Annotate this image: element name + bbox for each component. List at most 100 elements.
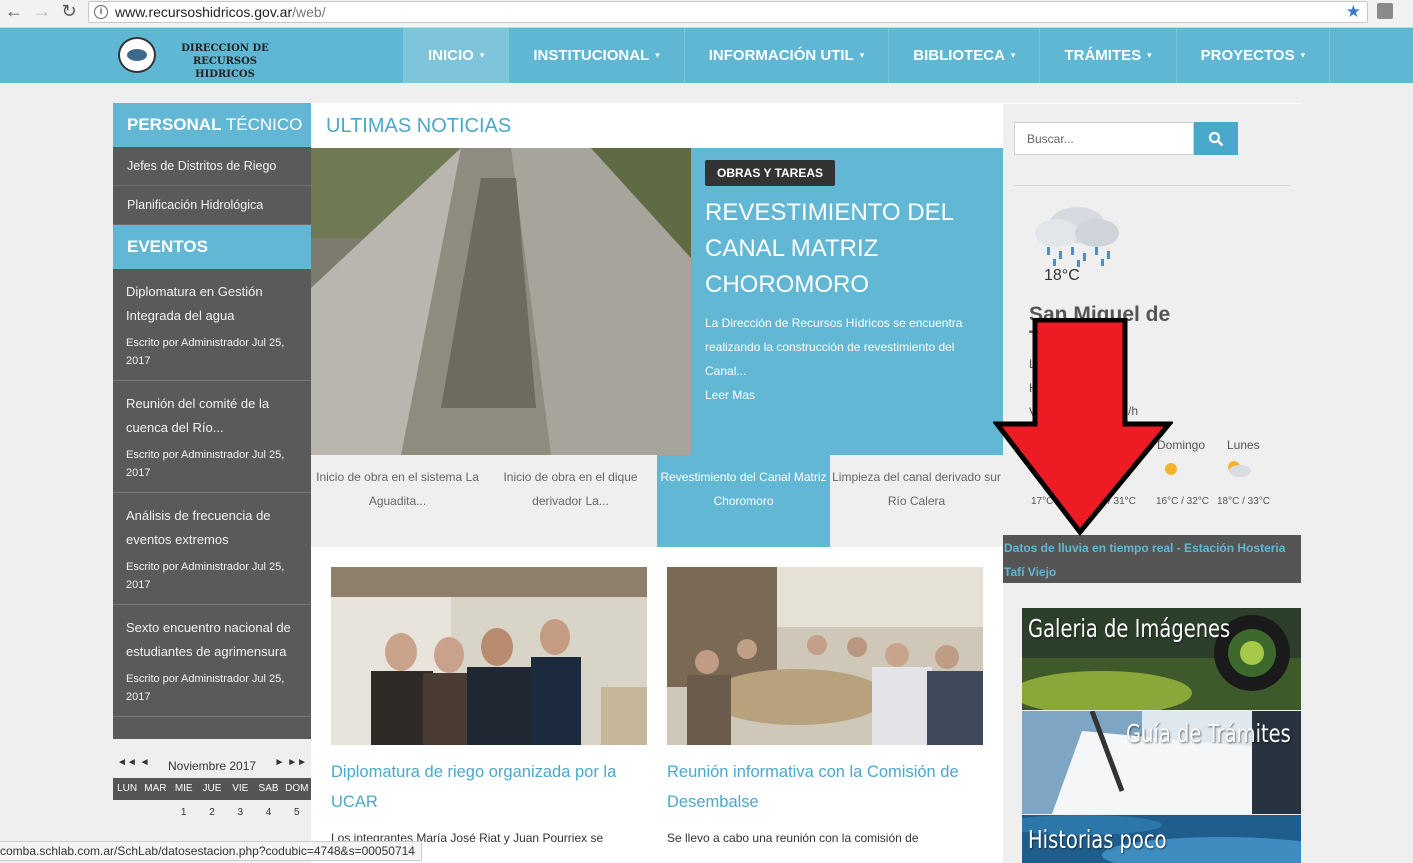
weekday: LUN <box>117 783 138 794</box>
weekday: MAR <box>144 783 167 794</box>
forward-icon[interactable]: → <box>31 1 53 23</box>
search-button[interactable] <box>1194 122 1238 155</box>
hero-summary: La Dirección de Recursos Hídricos se enc… <box>705 316 963 378</box>
news-tab[interactable]: Inicio de obra en el dique derivador La.… <box>484 455 657 547</box>
news-tab-active[interactable]: Revestimiento del Canal Matriz Choromoro <box>657 455 830 547</box>
extension-icon[interactable] <box>1377 3 1393 19</box>
logo-line-1: DIRECCION DE <box>181 43 269 54</box>
event-title[interactable]: Sexto encuentro nacional de estudiantes … <box>126 616 301 664</box>
news-card: Reunión informativa con la Comisión de D… <box>667 567 983 845</box>
read-more-link[interactable]: Leer Mas <box>705 383 755 407</box>
events-list: Diplomatura en Gestión Integrada del agu… <box>113 269 311 739</box>
banner-title: Guía de Trámites <box>1126 719 1291 748</box>
historias-banner[interactable]: Historias poco <box>1022 815 1301 863</box>
info-icon[interactable]: i <box>94 5 108 19</box>
news-tab[interactable]: Limpieza del canal derivado sur Río Cale… <box>830 455 1003 547</box>
event-title[interactable]: Reunión del comité de la cuenca del Río.… <box>126 392 301 440</box>
url-text[interactable]: www.recursoshidricos.gov.ar/web/ <box>115 4 326 20</box>
events-footer <box>113 717 311 739</box>
card-title[interactable]: Diplomatura de riego organizada por la U… <box>331 757 647 817</box>
address-bar[interactable]: i www.recursoshidricos.gov.ar/web/ ★ <box>88 1 1368 23</box>
event-item[interactable]: Reunión del comité de la cuenca del Río.… <box>113 381 311 493</box>
hero-title[interactable]: REVESTIMIENTO DEL CANAL MATRIZ CHOROMORO <box>705 195 995 303</box>
hero-panel: OBRAS Y TAREAS REVESTIMIENTO DEL CANAL M… <box>691 148 1003 455</box>
sidebar-link-jefes-distritos[interactable]: Jefes de Distritos de Riego <box>113 147 311 186</box>
caret-down-icon: ▾ <box>1147 50 1152 60</box>
logo-line-2: RECURSOS HIDRICOS <box>192 56 258 80</box>
meeting-photo <box>667 567 983 745</box>
calendar-day[interactable]: 1 <box>170 800 198 826</box>
sidebar-link-planificacion[interactable]: Planificación Hidrológica <box>113 186 311 225</box>
menu-label: BIBLIOTECA <box>913 47 1005 64</box>
weekday: JUE <box>202 783 222 794</box>
reload-icon[interactable]: ↻ <box>58 1 80 23</box>
search-input[interactable]: Buscar... <box>1014 122 1194 155</box>
caret-down-icon: ▾ <box>1300 50 1306 60</box>
menu-label: INFORMACIÓN UTIL <box>708 47 854 64</box>
gallery-banner[interactable]: Galeria de Imágenes <box>1022 608 1301 710</box>
calendar-day[interactable] <box>113 800 141 826</box>
site-header: DIRECCION DE RECURSOS HIDRICOS INICIO ▾ I… <box>0 28 1413 83</box>
menu-label: INICIO <box>428 47 474 64</box>
event-meta: Escrito por Administrador Jul 25, 2017 <box>126 561 285 591</box>
hero-image[interactable] <box>311 148 691 455</box>
calendar-day[interactable]: 5 <box>283 800 311 826</box>
heading-bold: PERSONAL <box>127 115 222 134</box>
divider <box>1014 185 1290 186</box>
menu-proyectos[interactable]: PROYECTOS ▾ <box>1175 28 1331 83</box>
calendar-day[interactable] <box>141 800 169 826</box>
news-section-title: ULTIMAS NOTICIAS <box>326 115 512 137</box>
caret-down-icon: ▾ <box>1010 50 1016 60</box>
menu-biblioteca[interactable]: BIBLIOTECA ▾ <box>888 28 1039 83</box>
menu-institucional[interactable]: INSTITUCIONAL ▾ <box>508 28 683 83</box>
back-icon[interactable]: ← <box>3 1 25 23</box>
heading-rest: TÉCNICO <box>221 115 303 134</box>
menu-label: TRÁMITES <box>1064 47 1142 64</box>
event-title[interactable]: Diplomatura en Gestión Integrada del agu… <box>126 280 301 328</box>
calendar-day[interactable]: 2 <box>198 800 226 826</box>
calendar-day[interactable]: 4 <box>254 800 282 826</box>
url-host: www.recursoshidricos.gov.ar <box>115 4 293 20</box>
calendar-prev-icon[interactable]: ◄◄ ◄ <box>117 757 149 768</box>
event-meta: Escrito por Administrador Jul 25, 2017 <box>126 337 285 367</box>
menu-label: INSTITUCIONAL <box>533 47 650 64</box>
forecast-temps: 18°C / 33°C <box>1217 496 1271 507</box>
event-title[interactable]: Análisis de frecuencia de eventos extrem… <box>126 504 301 552</box>
menu-tramites[interactable]: TRÁMITES ▾ <box>1039 28 1175 83</box>
url-path: /web/ <box>292 4 326 20</box>
canal-photo <box>311 148 691 455</box>
news-tab[interactable]: Inicio de obra en el sistema La Aguadita… <box>311 455 484 547</box>
browser-toolbar: ← → ↻ i www.recursoshidricos.gov.ar/web/… <box>0 0 1413 28</box>
forecast-day: Lunes <box>1227 438 1260 452</box>
weekday: VIE <box>232 783 249 794</box>
news-tabs: Inicio de obra en el sistema La Aguadita… <box>311 455 1003 547</box>
search-icon <box>1208 131 1224 147</box>
calendar-next-icon[interactable]: ► ►► <box>275 757 307 768</box>
tramites-banner[interactable]: Guía de Trámites <box>1022 711 1301 814</box>
caret-down-icon: ▾ <box>655 50 660 60</box>
calendar-nav: ◄◄ ◄ Noviembre 2017 ► ►► <box>113 755 311 777</box>
calendar-weekdays: LUN MAR MIE JUE VIE SAB DOM <box>113 778 311 800</box>
card-image[interactable] <box>331 567 647 745</box>
menu-inicio[interactable]: INICIO ▾ <box>403 28 509 83</box>
calendar-day[interactable]: 3 <box>226 800 254 826</box>
site-logo[interactable]: DIRECCION DE RECURSOS HIDRICOS <box>118 35 288 80</box>
events-calendar: ◄◄ ◄ Noviembre 2017 ► ►► LUN MAR MIE JUE… <box>113 755 311 826</box>
event-item[interactable]: Diplomatura en Gestión Integrada del agu… <box>113 269 311 381</box>
card-title[interactable]: Reunión informativa con la Comisión de D… <box>667 757 983 817</box>
event-item[interactable]: Análisis de frecuencia de eventos extrem… <box>113 493 311 605</box>
event-meta: Escrito por Administrador Jul 25, 2017 <box>126 449 285 479</box>
card-image[interactable] <box>667 567 983 745</box>
rain-data-link[interactable]: Datos de lluvia en tiempo real - Estació… <box>1003 535 1301 583</box>
category-badge[interactable]: OBRAS Y TAREAS <box>705 160 836 186</box>
right-top-border <box>1003 103 1301 104</box>
banner-title: Historias poco <box>1028 825 1167 854</box>
red-arrow-annotation <box>993 318 1173 536</box>
current-temperature: 18°C <box>1044 267 1080 284</box>
event-item[interactable]: Sexto encuentro nacional de estudiantes … <box>113 605 311 717</box>
news-card: Diplomatura de riego organizada por la U… <box>331 567 647 845</box>
menu-informacion-util[interactable]: INFORMACIÓN UTIL ▾ <box>683 28 889 83</box>
calendar-week: 1 2 3 4 5 <box>113 800 311 826</box>
bookmark-star-icon[interactable]: ★ <box>1346 2 1361 22</box>
eventos-heading: EVENTOS <box>113 225 311 269</box>
